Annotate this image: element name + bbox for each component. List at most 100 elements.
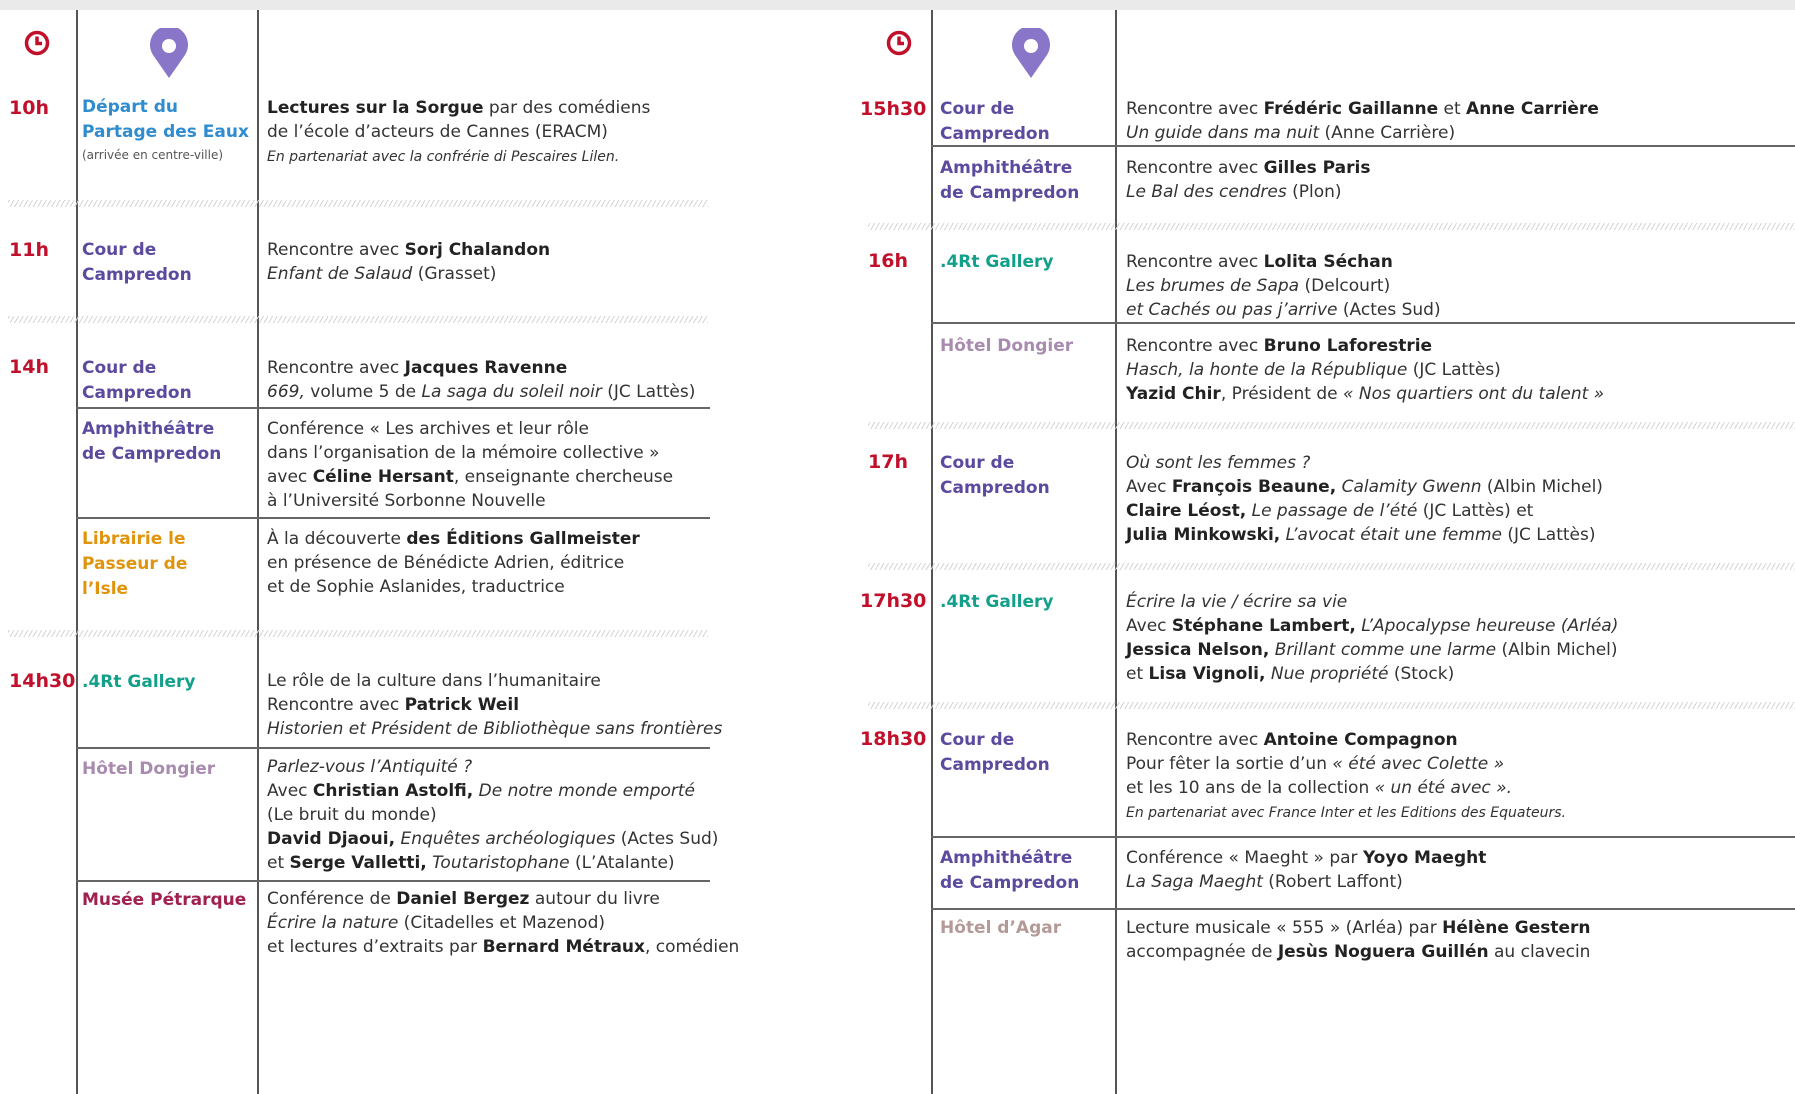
description-line: Rencontre avec Bruno Laforestrie	[1126, 336, 1433, 356]
row-separator	[931, 908, 1795, 910]
description-line: Rencontre avec Gilles Paris	[1126, 158, 1371, 178]
event-description: Parlez-vous l’Antiquité ? Avec Christian …	[267, 755, 797, 875]
hatch-divider	[8, 630, 708, 637]
description-line: à l’Université Sorbonne Nouvelle	[267, 491, 546, 511]
schedule-right: 15h30 Cour de Campredon Rencontre avec F…	[860, 10, 1795, 1094]
venue-name: Amphithéâtre de Campredon	[82, 419, 222, 464]
description-line: David Djaoui, Enquêtes archéologiques (A…	[267, 829, 719, 849]
map-pin-icon	[1012, 28, 1050, 78]
event-description: Conférence « Les archives et leur rôle da…	[267, 417, 797, 513]
event-description: Rencontre avec Gilles Paris Le Bal des ce…	[1126, 156, 1795, 204]
description-line: et Lisa Vignoli, Nue propriété (Stock)	[1126, 664, 1455, 684]
description-line: Avec François Beaune, Calamity Gwenn (Al…	[1126, 477, 1603, 497]
description-line: dans l’organisation de la mémoire collec…	[267, 443, 660, 463]
description-line: et Cachés ou pas j’arrive (Actes Sud)	[1126, 300, 1441, 320]
event-description: Rencontre avec Bruno Laforestrie Hasch, l…	[1126, 334, 1795, 406]
time-slot: 17h30	[860, 590, 927, 612]
description-line: Rencontre avec Patrick Weil	[267, 695, 520, 715]
description-line: Avec Stéphane Lambert, L’Apocalypse heur…	[1126, 616, 1619, 636]
event-description: Lectures sur la Sorgue par des comédiens…	[267, 96, 797, 169]
venue-name: Cour de Campredon	[940, 99, 1050, 144]
description-line: et lectures d’extraits par Bernard Métra…	[267, 937, 740, 957]
description-line: Les brumes de Sapa (Delcourt)	[1126, 276, 1391, 296]
hatch-divider	[868, 702, 1795, 709]
column-divider	[257, 10, 259, 1094]
event-description: Lecture musicale « 555 » (Arléa) par Hél…	[1126, 916, 1795, 964]
time-slot: 16h	[868, 250, 908, 272]
time-slot: 14h	[9, 356, 49, 378]
description-line: de l’école d’acteurs de Cannes (ERACM)	[267, 122, 608, 142]
description-line: Claire Léost, Le passage de l’été (JC La…	[1126, 501, 1534, 521]
description-line: Pour fêter la sortie d’un « été avec Col…	[1126, 754, 1505, 774]
event-description: Où sont les femmes ? Avec François Beaune…	[1126, 451, 1795, 547]
description-line: Rencontre avec Lolita Séchan	[1126, 252, 1393, 272]
venue-name: Cour de Campredon	[940, 453, 1050, 498]
event-description: Écrire la vie / écrire sa vie Avec Stépha…	[1126, 590, 1795, 686]
event-description: Rencontre avec Lolita Séchan Les brumes d…	[1126, 250, 1795, 322]
description-line: 669, volume 5 de La saga du soleil noir …	[267, 382, 696, 402]
description-line: Avec Christian Astolfi, De notre monde e…	[267, 781, 696, 801]
description-line: Rencontre avec Frédéric Gaillanne et Ann…	[1126, 99, 1599, 119]
description-line: Conférence de Daniel Bergez autour du li…	[267, 889, 660, 909]
venue-name: .4Rt Gallery	[940, 252, 1054, 272]
clock-icon	[24, 30, 50, 56]
row-separator	[76, 747, 710, 749]
venue-name: Amphithéâtre de Campredon	[940, 848, 1080, 893]
venue-name: Hôtel d’Agar	[940, 918, 1062, 938]
description-line: Le Bal des cendres (Plon)	[1126, 182, 1342, 202]
description-line: Le rôle de la culture dans l’humanitaire	[267, 671, 601, 691]
hatch-divider	[868, 563, 1795, 570]
description-line: La Saga Maeght (Robert Laffont)	[1126, 872, 1403, 892]
event-description: Rencontre avec Sorj Chalandon Enfant de S…	[267, 238, 797, 286]
description-line: et Serge Valletti, Toutaristophane (L’At…	[267, 853, 675, 873]
event-description: Rencontre avec Antoine Compagnon Pour fêt…	[1126, 728, 1795, 825]
time-slot: 17h	[868, 451, 908, 473]
description-line: Lectures sur la Sorgue par des comédiens	[267, 98, 651, 118]
hatch-divider	[868, 422, 1795, 429]
description-line: Yazid Chir, Président de « Nos quartiers…	[1126, 384, 1605, 404]
venue-name: .4Rt Gallery	[940, 592, 1054, 612]
description-line: En partenariat avec la confrérie di Pesc…	[267, 149, 620, 165]
schedule-left: 10h Départ du Partage des Eaux (arrivée …	[0, 10, 810, 1094]
description-line: Rencontre avec Sorj Chalandon	[267, 240, 551, 260]
venue-name: Hôtel Dongier	[82, 759, 216, 779]
venue-name: Cour de Campredon	[82, 240, 192, 285]
description-line: Hasch, la honte de la République (JC Lat…	[1126, 360, 1501, 380]
description-line: En partenariat avec France Inter et les …	[1126, 805, 1566, 821]
description-line: Écrire la nature (Citadelles et Mazenod)	[267, 913, 606, 933]
venue-name: Librairie le Passeur de l’Isle	[82, 529, 188, 599]
venue-name: Départ du Partage des Eaux (arrivée en c…	[82, 95, 254, 165]
clock-icon	[886, 30, 912, 56]
venue-note: (arrivée en centre-ville)	[82, 148, 224, 162]
column-divider	[1115, 10, 1117, 1094]
time-slot: 15h30	[860, 98, 927, 120]
description-line: avec Céline Hersant, enseignante cherche…	[267, 467, 674, 487]
description-line: Rencontre avec Antoine Compagnon	[1126, 730, 1458, 750]
row-separator	[76, 407, 710, 409]
row-separator	[76, 517, 710, 519]
description-line: Historien et Président de Bibliothèque s…	[267, 719, 723, 739]
event-description: Conférence de Daniel Bergez autour du li…	[267, 887, 797, 959]
time-slot: 14h30	[9, 670, 76, 692]
column-divider	[76, 10, 78, 1094]
event-description: Rencontre avec Frédéric Gaillanne et Ann…	[1126, 97, 1795, 145]
description-line: Rencontre avec Jacques Ravenne	[267, 358, 568, 378]
row-separator	[931, 322, 1795, 324]
description-line: (Le bruit du monde)	[267, 805, 437, 825]
description-line: et les 10 ans de la collection « un été …	[1126, 778, 1513, 798]
hatch-divider	[8, 316, 708, 323]
description-line: Julia Minkowski, L’avocat était une femm…	[1126, 525, 1596, 545]
column-divider	[931, 10, 933, 1094]
venue-name: .4Rt Gallery	[82, 672, 196, 692]
top-bar	[0, 0, 1795, 10]
description-line: et de Sophie Aslanides, traductrice	[267, 577, 565, 597]
description-line: Conférence « Maeght » par Yoyo Maeght	[1126, 848, 1487, 868]
event-description: Rencontre avec Jacques Ravenne 669, volum…	[267, 356, 797, 404]
map-pin-icon	[150, 28, 188, 78]
time-slot: 11h	[9, 239, 49, 261]
venue-name: Cour de Campredon	[82, 358, 192, 403]
description-line: Enfant de Salaud (Grasset)	[267, 264, 497, 284]
description-line: Lecture musicale « 555 » (Arléa) par Hél…	[1126, 918, 1591, 938]
description-line: Conférence « Les archives et leur rôle	[267, 419, 589, 439]
row-separator	[931, 836, 1795, 838]
